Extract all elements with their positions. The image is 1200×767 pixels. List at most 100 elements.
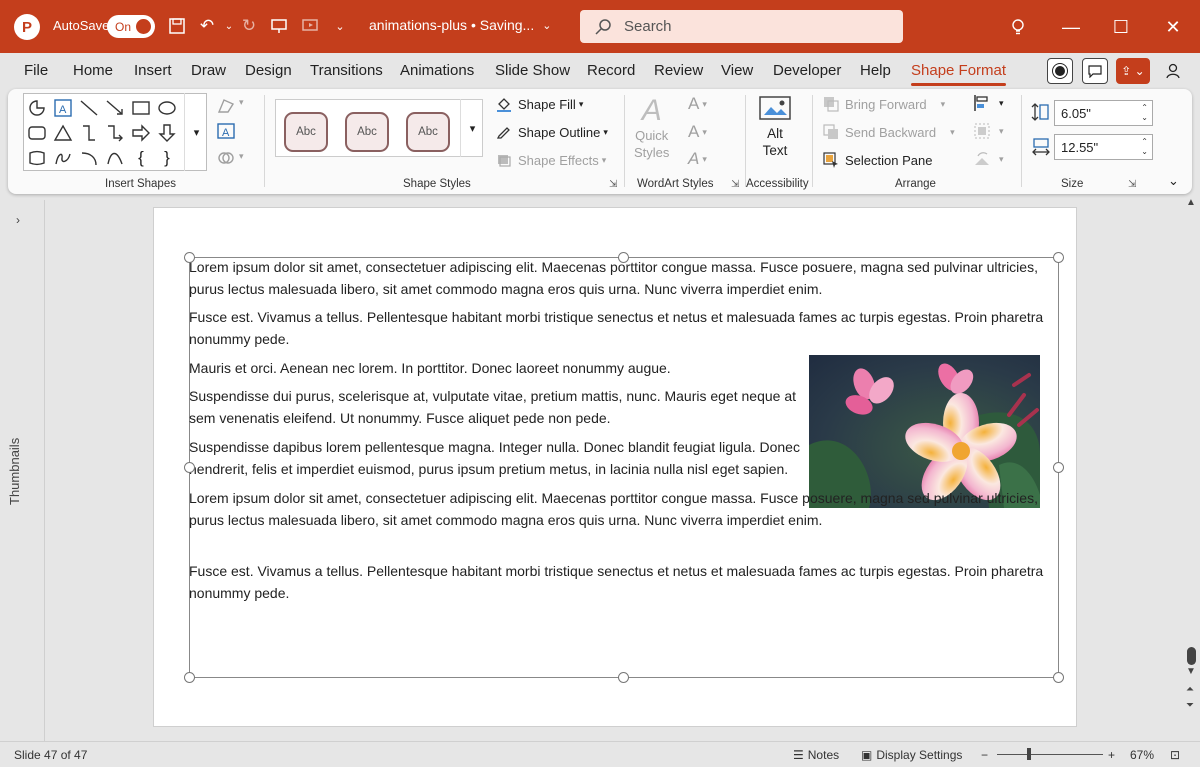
group-objects-button[interactable]: ▾ <box>973 122 1004 140</box>
shape-style-swatch-2[interactable]: Abc <box>345 112 389 152</box>
text-fill-icon[interactable]: A ▾ <box>688 94 707 114</box>
shape-line-icon[interactable] <box>78 97 100 119</box>
resize-handle-bottom[interactable] <box>618 672 629 683</box>
close-icon[interactable]: ✕ <box>1158 12 1188 42</box>
paragraph-4[interactable]: Suspendisse dui purus, scelerisque at, v… <box>189 385 801 429</box>
shape-outline-button[interactable]: Shape Outline ▾ <box>495 123 608 141</box>
tab-shape-format[interactable]: Shape Format <box>911 62 1007 86</box>
paragraph-3[interactable]: Mauris et orci. Aenean nec lorem. In por… <box>189 357 801 379</box>
shape-oval-icon[interactable] <box>156 97 178 119</box>
expand-thumbnails-icon[interactable]: › <box>16 213 20 227</box>
shape-arc-icon[interactable] <box>78 147 100 169</box>
resize-handle-bottom-left[interactable] <box>184 672 195 683</box>
shapes-gallery[interactable]: A { } <box>23 93 207 171</box>
search-input[interactable]: Search <box>580 10 903 43</box>
shape-elbow-arrow-icon[interactable] <box>104 122 126 144</box>
paragraph-5[interactable]: Suspendisse dapibus lorem pellentesque m… <box>189 436 801 480</box>
scroll-thumb[interactable] <box>1187 647 1196 665</box>
resize-handle-top-right[interactable] <box>1053 252 1064 263</box>
shape-wave-icon[interactable] <box>26 147 48 169</box>
display-settings-button[interactable]: ▣ Display Settings <box>861 748 962 762</box>
tab-review[interactable]: Review <box>654 62 703 79</box>
merge-shapes-icon[interactable] <box>215 147 237 169</box>
next-slide-icon[interactable]: ⏷ <box>1186 700 1194 711</box>
resize-handle-top[interactable] <box>618 252 629 263</box>
tab-slide-show[interactable]: Slide Show <box>495 62 570 79</box>
text-effects-icon[interactable]: A ▾ <box>688 149 707 169</box>
paragraph-6[interactable]: Lorem ipsum dolor sit amet, consectetuer… <box>189 487 1051 531</box>
shape-rounded-rectangle-icon[interactable] <box>26 122 48 144</box>
shapes-gallery-more-icon[interactable]: ▾ <box>184 93 208 171</box>
coauthor-icon[interactable] <box>1162 58 1188 84</box>
shape-left-brace-icon[interactable]: { <box>130 147 152 169</box>
edit-shape-icon[interactable] <box>215 94 237 116</box>
alt-text-button[interactable]: Alt Text <box>758 95 792 159</box>
shape-style-swatch-1[interactable]: Abc <box>284 112 328 152</box>
tab-record[interactable]: Record <box>587 62 635 79</box>
shape-right-brace-icon[interactable]: } <box>156 147 178 169</box>
save-icon[interactable] <box>165 14 189 38</box>
resize-handle-left[interactable] <box>184 462 195 473</box>
shape-elbow-connector-icon[interactable] <box>78 122 100 144</box>
notes-button[interactable]: ☰ Notes <box>793 748 839 762</box>
tab-draw[interactable]: Draw <box>191 62 226 79</box>
minimize-icon[interactable]: — <box>1056 12 1086 42</box>
tab-insert[interactable]: Insert <box>134 62 172 79</box>
record-icon[interactable] <box>1047 58 1073 84</box>
wordart-launcher-icon[interactable]: ⇲ <box>731 179 743 191</box>
shape-arrow-line-icon[interactable] <box>104 97 126 119</box>
previous-slide-icon[interactable]: ⏶ <box>1186 684 1194 695</box>
shape-curve-icon[interactable] <box>104 147 126 169</box>
send-backward-button[interactable]: Send Backward ▾ <box>822 123 955 141</box>
shape-pie-icon[interactable] <box>26 97 48 119</box>
width-spinner-icon[interactable]: ⌃ ⌄ <box>1141 137 1148 157</box>
document-title[interactable]: animations-plus • Saving... ⌄ <box>369 17 551 33</box>
tab-view[interactable]: View <box>721 62 753 79</box>
size-launcher-icon[interactable]: ⇲ <box>1128 179 1140 191</box>
share-button[interactable]: ⇪ ⌄ <box>1116 58 1150 84</box>
shape-scribble-icon[interactable] <box>52 147 74 169</box>
tab-developer[interactable]: Developer <box>773 62 841 79</box>
tab-home[interactable]: Home <box>73 62 113 79</box>
shape-effects-button[interactable]: Shape Effects ▾ <box>495 151 606 169</box>
height-spinner-icon[interactable]: ⌃ ⌄ <box>1141 103 1148 123</box>
shape-fill-button[interactable]: Shape Fill ▾ <box>495 95 583 113</box>
tab-file[interactable]: File <box>24 62 48 79</box>
scroll-down-icon[interactable]: ▼ <box>1186 666 1196 677</box>
lightbulb-icon[interactable] <box>1003 12 1033 42</box>
paragraph-1[interactable]: Lorem ipsum dolor sit amet, consectetuer… <box>189 256 1051 300</box>
redo-icon[interactable]: ↻ <box>237 14 261 38</box>
shape-styles-more-icon[interactable]: ▾ <box>460 99 484 157</box>
tab-help[interactable]: Help <box>860 62 891 79</box>
resize-handle-right[interactable] <box>1053 462 1064 473</box>
shape-style-swatch-3[interactable]: Abc <box>406 112 450 152</box>
paragraph-2[interactable]: Fusce est. Vivamus a tellus. Pellentesqu… <box>189 306 1051 350</box>
shape-right-arrow-icon[interactable] <box>130 122 152 144</box>
collapse-ribbon-icon[interactable]: ⌄ <box>1168 173 1179 189</box>
resize-handle-top-left[interactable] <box>184 252 195 263</box>
zoom-slider[interactable] <box>997 754 1103 755</box>
shape-styles-gallery[interactable]: Abc Abc Abc <box>275 99 483 157</box>
vertical-scrollbar[interactable]: ▲ ▼ ⏶ ⏷ <box>1183 197 1200 741</box>
shape-rectangle-icon[interactable] <box>130 97 152 119</box>
zoom-level[interactable]: 67% <box>1130 748 1154 762</box>
tab-transitions[interactable]: Transitions <box>310 62 383 79</box>
text-outline-icon[interactable]: A ▾ <box>688 122 707 142</box>
selection-pane-button[interactable]: Selection Pane <box>822 151 932 169</box>
scroll-up-icon[interactable]: ▲ <box>1186 197 1196 208</box>
bring-forward-button[interactable]: Bring Forward ▾ <box>822 95 945 113</box>
present-icon[interactable] <box>267 14 291 38</box>
comments-icon[interactable] <box>1082 58 1108 84</box>
shape-height-field[interactable]: 6.05" ⌃ ⌄ <box>1054 100 1153 126</box>
shape-width-field[interactable]: 12.55" ⌃ ⌄ <box>1054 134 1153 160</box>
paragraph-7[interactable]: Fusce est. Vivamus a tellus. Pellentesqu… <box>189 560 1051 604</box>
align-button[interactable]: ▾ <box>973 94 1004 112</box>
autosave-toggle[interactable]: On <box>107 15 155 38</box>
customize-toolbar-icon[interactable]: ⌄ <box>328 14 352 38</box>
rotate-button[interactable]: ▾ <box>973 150 1004 168</box>
shape-triangle-icon[interactable] <box>52 122 74 144</box>
undo-icon[interactable]: ↶ <box>195 14 219 38</box>
thumbnails-label[interactable]: Thumbnails <box>7 438 22 505</box>
shape-down-arrow-icon[interactable] <box>156 122 178 144</box>
tab-design[interactable]: Design <box>245 62 292 79</box>
